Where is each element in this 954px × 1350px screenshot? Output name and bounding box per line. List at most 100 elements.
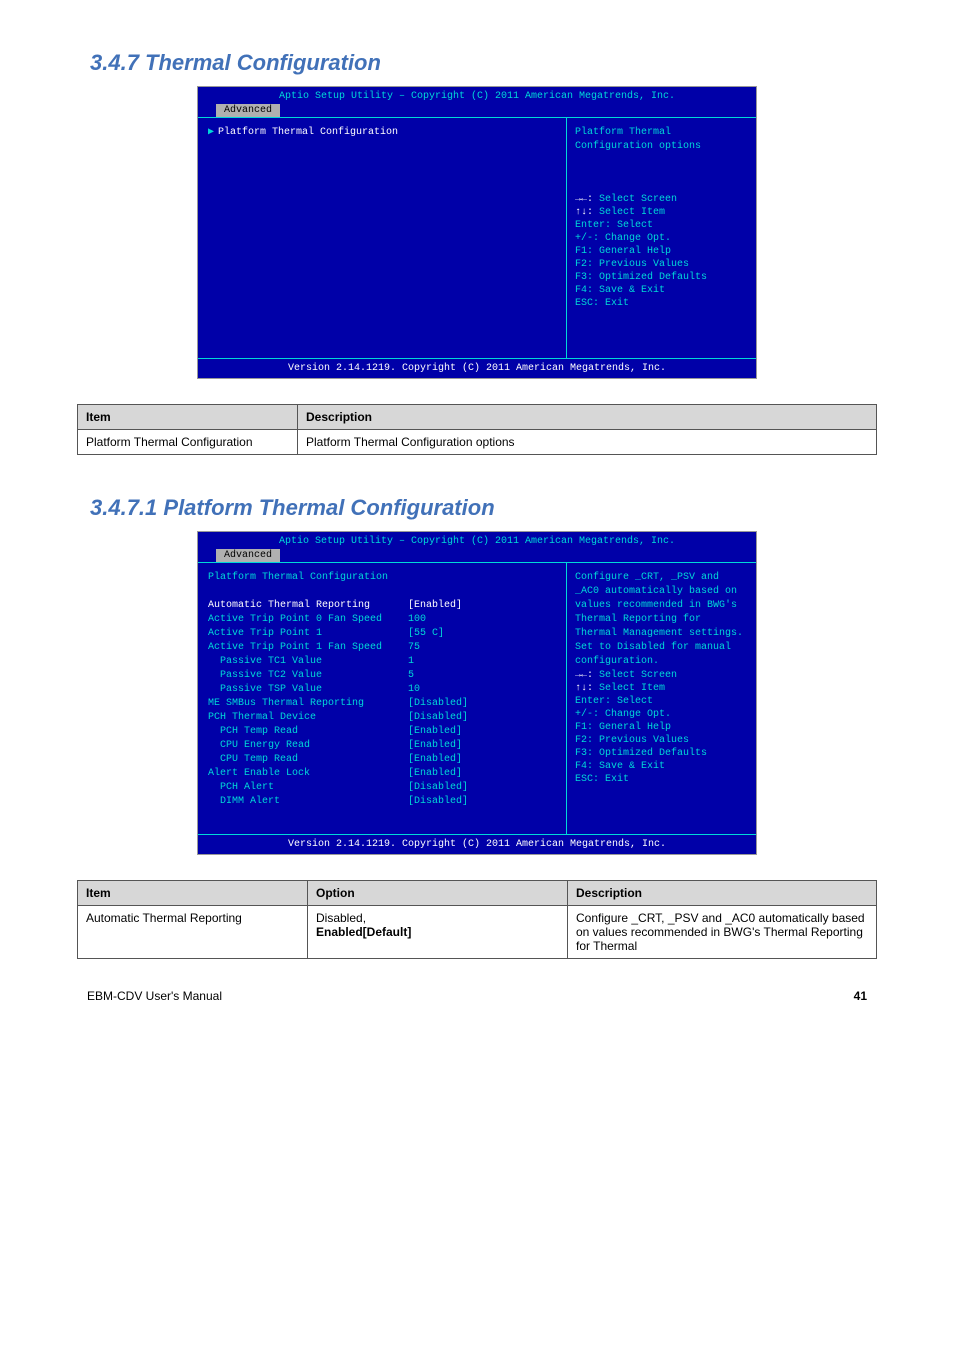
help-key: Enter: Select	[575, 695, 748, 708]
table-row: Automatic Thermal Reporting Disabled, En…	[78, 906, 877, 959]
setting-label: ME SMBus Thermal Reporting	[208, 697, 408, 711]
help-key: ESC: Exit	[575, 773, 748, 786]
setting-value: [Enabled]	[408, 725, 556, 739]
bios-footer: Version 2.14.1219. Copyright (C) 2011 Am…	[198, 834, 756, 854]
setting-label: Active Trip Point 1 Fan Speed	[208, 641, 408, 655]
setting-label: PCH Alert	[208, 781, 408, 795]
help-key: Enter: Select	[575, 219, 748, 232]
help-key: F1: General Help	[575, 245, 748, 258]
setting-label: CPU Energy Read	[208, 739, 408, 753]
setting-value: 75	[408, 641, 556, 655]
bios-setting-row[interactable]: PCH Temp Read[Enabled]	[208, 725, 556, 739]
setting-label: CPU Temp Read	[208, 753, 408, 767]
help-key: F3: Optimized Defaults	[575, 747, 748, 760]
bios-setting-row[interactable]: Active Trip Point 1[55 C]	[208, 627, 556, 641]
help-key: +/-: Change Opt.	[575, 232, 748, 245]
help-key: →←: Select Screen	[575, 193, 748, 206]
footer-left: EBM-CDV User's Manual	[87, 989, 222, 1003]
tab-advanced[interactable]: Advanced	[216, 104, 280, 117]
setting-label: Automatic Thermal Reporting	[208, 599, 408, 613]
table-cell: Disabled, Enabled[Default]	[308, 906, 568, 959]
bios-setting-row[interactable]: Passive TC2 Value5	[208, 669, 556, 683]
table-header-row: Item Option Description	[78, 881, 877, 906]
help-key: +/-: Change Opt.	[575, 708, 748, 721]
bios-screen-2: Aptio Setup Utility – Copyright (C) 2011…	[197, 531, 757, 855]
bios-header: Aptio Setup Utility – Copyright (C) 2011…	[198, 87, 756, 104]
setting-label: Passive TC1 Value	[208, 655, 408, 669]
table-header: Description	[568, 881, 877, 906]
menu-item-platform-thermal[interactable]: ▶ Platform Thermal Configuration	[208, 126, 556, 140]
setting-value: [Enabled]	[408, 599, 556, 613]
table-header: Option	[308, 881, 568, 906]
setting-label: Active Trip Point 0 Fan Speed	[208, 613, 408, 627]
setting-label: DIMM Alert	[208, 795, 408, 809]
table-cell: Configure _CRT, _PSV and _AC0 automatica…	[568, 906, 877, 959]
setting-value: [Enabled]	[408, 739, 556, 753]
bios-left-pane: ▶ Platform Thermal Configuration	[198, 118, 566, 358]
setting-value: [Enabled]	[408, 753, 556, 767]
bios-setting-row[interactable]: Passive TSP Value10	[208, 683, 556, 697]
setting-value: 100	[408, 613, 556, 627]
help-keys: →←: Select Screen ↑↓: Select Item Enter:…	[575, 669, 748, 826]
table-header-row: Item Description	[78, 405, 877, 430]
table-cell: Automatic Thermal Reporting	[78, 906, 308, 959]
bios-header: Aptio Setup Utility – Copyright (C) 2011…	[198, 532, 756, 549]
bios-setting-row[interactable]: CPU Energy Read[Enabled]	[208, 739, 556, 753]
help-key: ESC: Exit	[575, 297, 748, 310]
item-description-table-2: Item Option Description Automatic Therma…	[77, 880, 877, 959]
table-header: Description	[298, 405, 877, 430]
setting-value: 1	[408, 655, 556, 669]
help-key: F2: Previous Values	[575, 734, 748, 747]
table-cell: Platform Thermal Configuration options	[298, 430, 877, 455]
bios-help-pane: Platform Thermal Configuration options →…	[566, 118, 756, 358]
submenu-arrow-icon: ▶	[208, 126, 214, 140]
help-key: F2: Previous Values	[575, 258, 748, 271]
table-row: Platform Thermal Configuration Platform …	[78, 430, 877, 455]
section-heading: 3.4.7.1 Platform Thermal Configuration	[0, 465, 954, 531]
setting-label: Alert Enable Lock	[208, 767, 408, 781]
tab-advanced[interactable]: Advanced	[216, 549, 280, 562]
pane-title: Platform Thermal Configuration	[208, 571, 556, 585]
bios-setting-row[interactable]: DIMM Alert[Disabled]	[208, 795, 556, 809]
table-header: Item	[78, 405, 298, 430]
help-key: F4: Save & Exit	[575, 284, 748, 297]
setting-label: Passive TC2 Value	[208, 669, 408, 683]
bios-tab-row: Advanced	[198, 104, 756, 117]
setting-value: 10	[408, 683, 556, 697]
help-key: F1: General Help	[575, 721, 748, 734]
bios-setting-row[interactable]: Alert Enable Lock[Enabled]	[208, 767, 556, 781]
help-key: →←: Select Screen	[575, 669, 748, 682]
help-key: ↑↓: Select Item	[575, 682, 748, 695]
table-cell: Platform Thermal Configuration	[78, 430, 298, 455]
help-key: F4: Save & Exit	[575, 760, 748, 773]
bios-setting-row[interactable]: CPU Temp Read[Enabled]	[208, 753, 556, 767]
bios-setting-row[interactable]: ME SMBus Thermal Reporting[Disabled]	[208, 697, 556, 711]
bios-left-pane: Platform Thermal Configuration Automatic…	[198, 563, 566, 834]
setting-label: Active Trip Point 1	[208, 627, 408, 641]
setting-label: PCH Thermal Device	[208, 711, 408, 725]
setting-value: [Disabled]	[408, 697, 556, 711]
bios-setting-row[interactable]: Passive TC1 Value1	[208, 655, 556, 669]
setting-value: [Enabled]	[408, 767, 556, 781]
bios-setting-row[interactable]: PCH Thermal Device[Disabled]	[208, 711, 556, 725]
setting-label: PCH Temp Read	[208, 725, 408, 739]
table-header: Item	[78, 881, 308, 906]
page-number: 41	[854, 989, 867, 1003]
bios-setting-row[interactable]: PCH Alert[Disabled]	[208, 781, 556, 795]
help-key: ↑↓: Select Item	[575, 206, 748, 219]
help-keys: →←: Select Screen ↑↓: Select Item Enter:…	[575, 193, 748, 350]
page-footer: EBM-CDV User's Manual 41	[77, 989, 877, 1003]
setting-value: [Disabled]	[408, 711, 556, 725]
bios-setting-row[interactable]: Active Trip Point 1 Fan Speed75	[208, 641, 556, 655]
help-key: F3: Optimized Defaults	[575, 271, 748, 284]
setting-value: [Disabled]	[408, 781, 556, 795]
bios-setting-row[interactable]: Active Trip Point 0 Fan Speed100	[208, 613, 556, 627]
item-description-table-1: Item Description Platform Thermal Config…	[77, 404, 877, 455]
bios-help-pane: Configure _CRT, _PSV and _AC0 automatica…	[566, 563, 756, 834]
help-description: Platform Thermal Configuration options	[575, 126, 748, 193]
bios-footer: Version 2.14.1219. Copyright (C) 2011 Am…	[198, 358, 756, 378]
bios-setting-row[interactable]: Automatic Thermal Reporting[Enabled]	[208, 599, 556, 613]
help-description: Configure _CRT, _PSV and _AC0 automatica…	[575, 571, 748, 669]
menu-item-label: Platform Thermal Configuration	[218, 126, 398, 140]
bios-tab-row: Advanced	[198, 549, 756, 562]
